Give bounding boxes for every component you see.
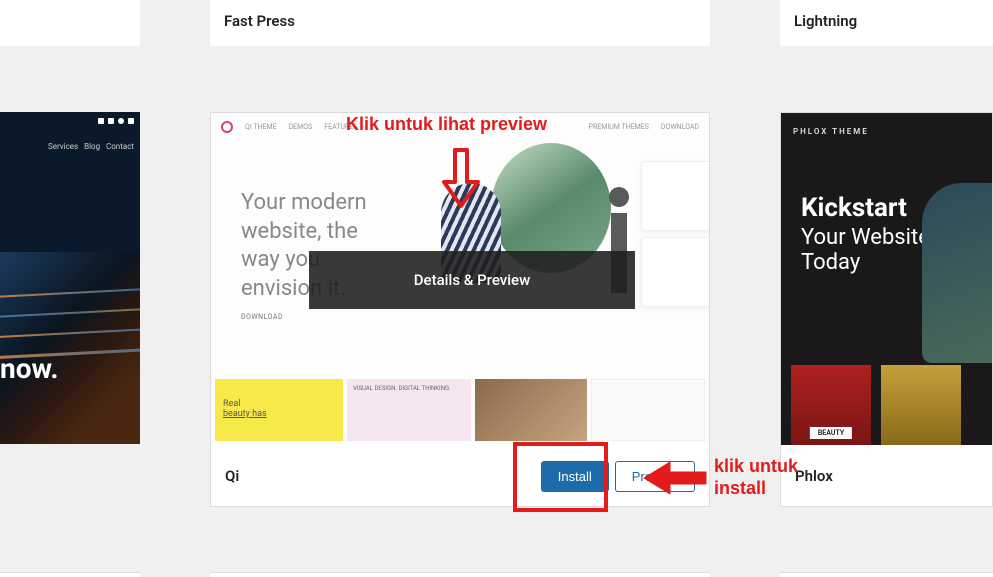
- left-theme-nav: Services Blog Contact: [48, 142, 134, 151]
- annotation-preview-text: Klik untuk lihat preview: [346, 114, 547, 135]
- theme-card-partial: [0, 572, 140, 577]
- hero-line: Your modern: [241, 189, 367, 218]
- annotation-arrow-left-icon: [640, 458, 710, 502]
- theme-name-lightning: Lightning: [780, 0, 993, 46]
- tile-text-line: beauty has: [223, 409, 335, 419]
- annotation-install-text: klik untuk install: [714, 456, 798, 499]
- nav-item: Contact: [106, 142, 134, 151]
- mini-cards: [641, 161, 709, 313]
- hero-line: Today: [801, 250, 930, 275]
- social-icon: [128, 118, 134, 124]
- tile-text-line: Real: [223, 399, 335, 409]
- tile-gold: [881, 365, 961, 445]
- theme-thumbnail[interactable]: PHLOX THEME Kickstart Your Website Today…: [781, 113, 992, 445]
- install-button[interactable]: Install: [541, 461, 609, 492]
- brand-label: PHLOX THEME: [793, 127, 869, 136]
- annotation-line: klik untuk: [714, 456, 798, 478]
- hero-line: website, the: [241, 218, 367, 247]
- tile-photo: [475, 379, 587, 441]
- mini-card: [641, 161, 709, 231]
- hero-line: Kickstart: [801, 193, 930, 223]
- theme-card-partial: [210, 572, 710, 577]
- background-photo: [0, 252, 140, 444]
- nav-item: Services: [48, 142, 78, 151]
- theme-card-partial: [780, 572, 993, 577]
- theme-card-footer: Phlox: [781, 445, 992, 507]
- theme-card-footer: Qi Install Preview: [211, 445, 709, 507]
- theme-title: Qi: [225, 467, 239, 485]
- download-label: DOWNLOAD: [241, 313, 283, 321]
- overlay-label: Details & Preview: [414, 271, 530, 289]
- bottom-tiles: BEAUTY: [791, 365, 992, 445]
- tile-red: BEAUTY: [791, 365, 871, 445]
- social-icon: [108, 118, 114, 124]
- nav-item: DEMOS: [289, 123, 313, 131]
- social-icon: [118, 118, 124, 124]
- nav-item: Blog: [84, 142, 100, 151]
- theme-name-fastpress: Fast Press: [210, 0, 710, 46]
- details-preview-overlay[interactable]: Details & Preview: [309, 251, 635, 309]
- person-photo: [922, 183, 992, 363]
- tile-doc: [591, 379, 705, 441]
- theme-title: Phlox: [795, 467, 833, 485]
- tile-yellow: Real beauty has: [215, 379, 343, 441]
- nav-item: QI THEME: [245, 123, 277, 131]
- hero-copy: Kickstart Your Website Today: [801, 193, 930, 275]
- tile-badge: BEAUTY: [810, 427, 852, 439]
- hero-line: Your Website: [801, 225, 930, 250]
- annotation-arrow-down-icon: [440, 148, 480, 208]
- social-icon: [98, 118, 104, 124]
- theme-title: Fast Press: [224, 12, 295, 30]
- theme-title: Lightning: [794, 12, 857, 30]
- tile-text: VISUAL DESIGN. DIGITAL THINKING.: [347, 379, 471, 441]
- annotation-line: install: [714, 478, 798, 500]
- hero-text: now.: [0, 352, 59, 385]
- mini-card: [641, 237, 709, 307]
- theme-card-partial-topleft: [0, 0, 140, 46]
- logo-icon: [221, 121, 233, 133]
- bottom-tiles: Real beauty has VISUAL DESIGN. DIGITAL T…: [211, 375, 709, 445]
- nav-item: PREMIUM THEMES: [589, 123, 649, 131]
- theme-card-partial-left[interactable]: Services Blog Contact now.: [0, 112, 140, 444]
- nav-item: DOWNLOAD: [661, 123, 699, 131]
- theme-card-phlox[interactable]: PHLOX THEME Kickstart Your Website Today…: [780, 112, 993, 507]
